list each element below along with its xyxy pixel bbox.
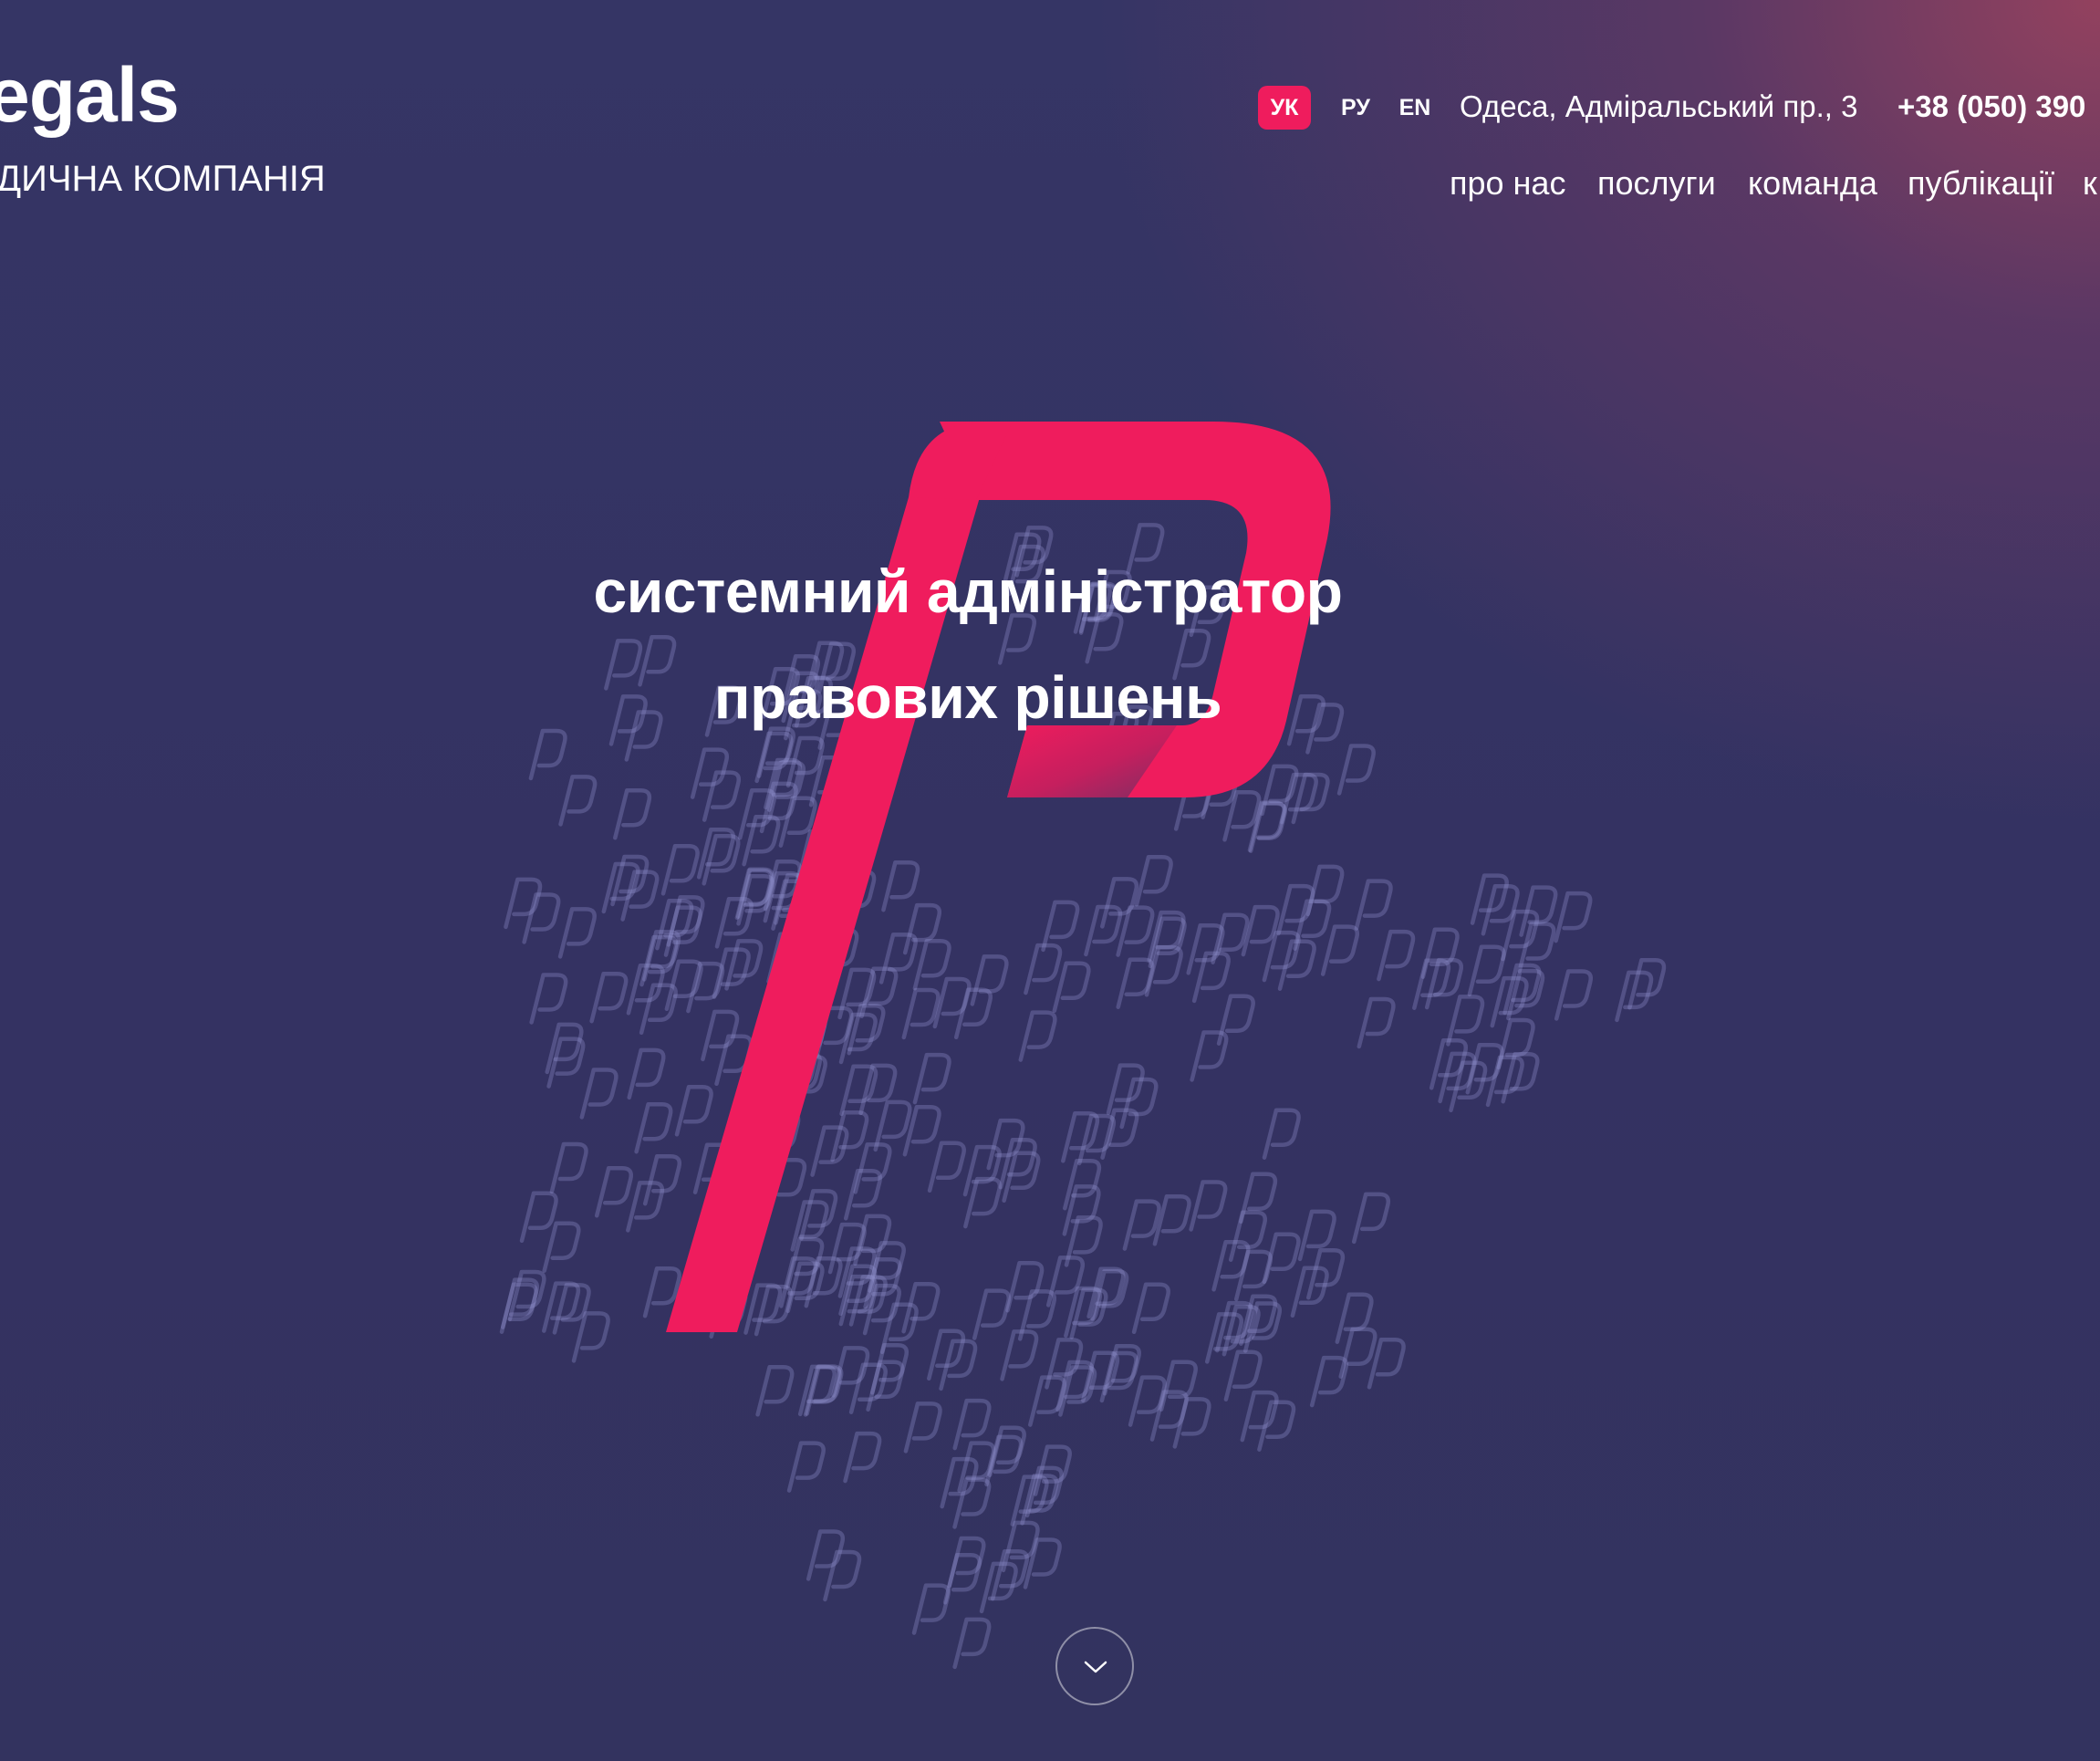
- pattern-glyph: [1134, 1285, 1169, 1332]
- pattern-glyph: [1359, 999, 1394, 1047]
- pattern-glyph: [1556, 893, 1591, 941]
- nav-item-team[interactable]: команда: [1748, 164, 1877, 203]
- pattern-glyph: [1175, 1399, 1210, 1446]
- pattern-glyph: [552, 1144, 587, 1192]
- pattern-glyph: [758, 1367, 793, 1414]
- language-option-en[interactable]: EN: [1388, 86, 1441, 130]
- pattern-glyph: [1161, 1362, 1196, 1410]
- pattern-glyph: [629, 1050, 664, 1098]
- pattern-glyph: [789, 1443, 824, 1491]
- pattern-glyph: [640, 637, 675, 684]
- pattern-glyph: [1118, 960, 1153, 1007]
- pattern-glyph: [856, 1144, 890, 1192]
- pattern-glyph: [1522, 888, 1556, 935]
- pattern-glyph: [1263, 766, 1297, 814]
- pattern-glyph: [505, 880, 540, 927]
- pattern-glyph: [965, 1179, 1000, 1226]
- pattern-glyph: [1470, 947, 1504, 995]
- office-address: Одеса, Адміральський пр., 3: [1460, 89, 1858, 123]
- nav-item-contacts[interactable]: к: [2083, 164, 2097, 203]
- pattern-glyph: [592, 974, 627, 1021]
- pattern-glyph: [1155, 1196, 1190, 1244]
- pattern-glyph: [904, 1284, 939, 1331]
- nav-item-about[interactable]: про нас: [1450, 164, 1565, 203]
- pattern-glyph: [1378, 932, 1413, 979]
- pattern-glyph: [522, 1193, 556, 1241]
- pattern-glyph: [1357, 881, 1391, 929]
- pattern-glyph: [597, 1168, 631, 1215]
- nav-item-publications[interactable]: публікації: [1908, 164, 2054, 203]
- pattern-glyph: [611, 696, 646, 744]
- pattern-glyph: [1556, 972, 1591, 1019]
- pattern-glyph: [833, 1112, 868, 1160]
- pattern-glyph: [915, 1055, 950, 1102]
- pattern-glyph: [1008, 1263, 1043, 1310]
- pattern-glyph: [560, 909, 595, 956]
- hero-section: egals ДИЧНА КОМПАНІЯ УК РУ EN Одеса, Адм…: [0, 0, 2100, 1761]
- pattern-glyph: [955, 1401, 990, 1448]
- pattern-glyph: [825, 1552, 859, 1599]
- pattern-glyph: [808, 1532, 843, 1579]
- brand-tagline: ДИЧНА КОМПАНІЯ: [0, 159, 326, 199]
- pattern-glyph: [615, 790, 650, 838]
- pattern-glyph: [531, 731, 566, 778]
- pattern-glyph: [637, 1104, 671, 1151]
- pattern-glyph: [532, 975, 567, 1023]
- pattern-glyph: [935, 979, 970, 1026]
- pattern-glyph: [941, 1341, 976, 1389]
- pattern-glyph: [606, 641, 640, 688]
- pattern-glyph: [707, 688, 742, 735]
- pattern-glyph: [1312, 1358, 1346, 1405]
- phone-link[interactable]: +38 (050) 390: [1897, 89, 2085, 125]
- pattern-glyph: [930, 1143, 964, 1191]
- pattern-glyph: [813, 1128, 847, 1175]
- pattern-glyph: [861, 1066, 896, 1113]
- pattern-glyph: [1191, 1183, 1226, 1230]
- pattern-glyph: [965, 1147, 1000, 1194]
- pattern-glyph: [1499, 1020, 1533, 1068]
- pattern-glyph: [663, 846, 698, 893]
- nav-item-services[interactable]: послуги: [1597, 164, 1716, 203]
- pattern-glyph: [914, 1586, 949, 1633]
- pattern-glyph: [561, 776, 596, 824]
- pattern-glyph: [1448, 996, 1482, 1044]
- pattern-glyph: [702, 1012, 737, 1059]
- pattern-glyph: [950, 1538, 984, 1586]
- chevron-down-icon: [1084, 1661, 1107, 1673]
- pattern-glyph: [1308, 867, 1343, 914]
- pattern-glyph: [955, 1620, 990, 1667]
- pattern-glyph: [677, 1087, 712, 1134]
- pattern-glyph: [545, 1224, 579, 1271]
- pattern-glyph: [846, 1433, 880, 1481]
- pattern-glyph: [525, 895, 559, 943]
- pattern-glyph: [1242, 1392, 1277, 1440]
- pattern-glyph: [1264, 1110, 1299, 1158]
- language-option-ru[interactable]: РУ: [1329, 86, 1382, 130]
- pattern-glyph: [1423, 930, 1458, 977]
- brand-name[interactable]: egals: [0, 57, 180, 133]
- pattern-glyph: [1323, 927, 1357, 974]
- pattern-glyph: [1339, 746, 1374, 794]
- pattern-glyph: [1137, 857, 1171, 904]
- pattern-glyph: [1337, 1295, 1372, 1342]
- pattern-glyph: [906, 1403, 941, 1451]
- pattern-glyph: [974, 1291, 1009, 1339]
- pattern-glyph: [1354, 1194, 1388, 1242]
- pattern-glyph: [1025, 1540, 1060, 1588]
- pattern-glyph: [876, 1102, 910, 1150]
- pattern-glyph: [1021, 1013, 1055, 1060]
- pattern-glyph: [623, 872, 658, 920]
- pattern-glyph: [1055, 964, 1089, 1011]
- pattern-glyph: [582, 1070, 617, 1118]
- language-option-uk[interactable]: УК: [1258, 86, 1311, 130]
- pattern-glyph: [1025, 945, 1060, 993]
- scroll-down-button[interactable]: [1055, 1627, 1134, 1705]
- pattern-glyph: [915, 941, 950, 988]
- hero-art: [0, 422, 2100, 1761]
- pattern-glyph: [1264, 1235, 1299, 1282]
- pattern-glyph: [904, 990, 939, 1037]
- pattern-glyph: [1044, 902, 1078, 950]
